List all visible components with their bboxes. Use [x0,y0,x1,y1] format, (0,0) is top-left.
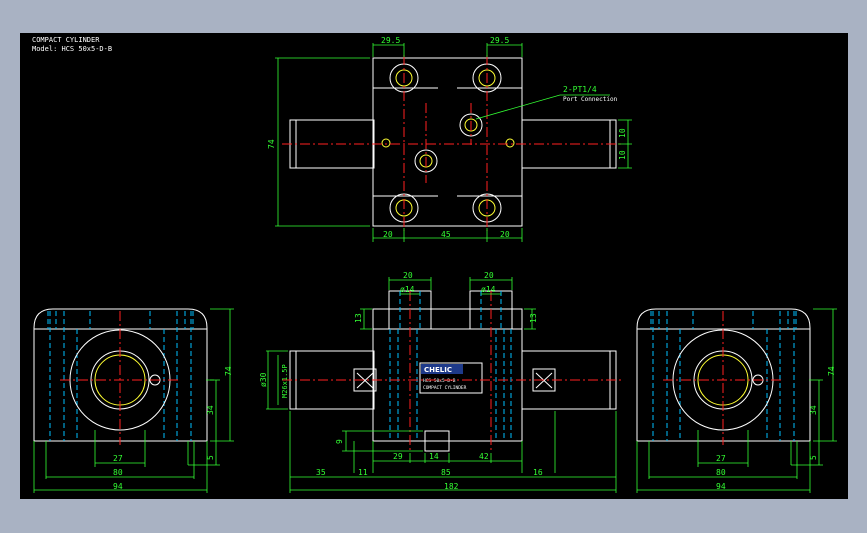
dim-right-27: 27 [716,454,726,463]
top-dim-lines-top [372,43,523,57]
dim-top-29-5-left: 29.5 [381,36,400,45]
plate-name: COMPACT CYLINDER [423,385,467,391]
dim-front-13-right: 13 [529,313,538,323]
dim-front-14: 14 [429,452,439,461]
top-centerlines [282,55,622,231]
dim-left-74: 74 [224,366,233,376]
dim-right-74: 74 [827,366,836,376]
dim-left-94: 94 [113,482,123,491]
dim-right-94: 94 [716,482,726,491]
dim-left-34: 34 [206,405,215,415]
dim-front-85: 85 [441,468,451,477]
dim-top-45: 45 [441,230,451,239]
dim-top-74: 74 [267,139,276,149]
dim-front-20-right: 20 [484,271,494,280]
dim-front-35: 35 [316,468,326,477]
plate-model: HCS 50x5-D-B [423,378,456,384]
front-view: CHELIC HCS 50x5-D-B COMPACT CYLINDER 20 … [259,271,622,493]
front-dim-extensions [289,411,617,493]
title-line-2: Model: HCS 50x5-D-B [32,45,112,53]
top-pin-right [505,138,515,148]
dim-right-80: 80 [716,468,726,477]
dim-front-42: 42 [479,452,489,461]
dim-front-d30: ø30 [259,372,268,387]
front-hidden-lines [389,329,512,441]
dim-top-10-a: 10 [618,128,627,138]
dim-top-29-5-right: 29.5 [490,36,509,45]
dim-front-d14-left: ø14 [400,285,415,294]
dim-front-d14-right: ø14 [481,285,496,294]
front-dim-13-lines [360,308,536,330]
left-centerlines [60,311,180,445]
top-pin-left [381,138,391,148]
left-side-view: 74 34 5 27 80 94 [33,308,234,493]
front-boss-hidden [399,291,502,329]
dim-front-29: 29 [393,452,403,461]
title-line-1: COMPACT CYLINDER [32,36,100,44]
dim-top-20-left: 20 [383,230,393,239]
dim-right-34: 34 [809,405,818,415]
dim-front-9: 9 [335,439,344,444]
plate-brand: CHELIC [424,366,452,374]
dim-top-20-right: 20 [500,230,510,239]
dim-front-13-left: 13 [354,313,363,323]
dim-front-20-left: 20 [403,271,413,280]
dim-left-80: 80 [113,468,123,477]
dim-front-16: 16 [533,468,543,477]
drawing-canvas: COMPACT CYLINDER Model: HCS 50x5-D-B 29.… [20,33,848,499]
callout-port-note: Port Connection [563,96,618,103]
right-centerlines [663,311,783,445]
dim-front-m26: M26x1.5P [281,364,289,398]
top-view: 29.5 29.5 74 10 10 20 45 20 2-PT1/4 Port… [267,36,632,242]
right-side-view: 74 34 5 27 80 94 [636,308,837,493]
callout-port-spec: 2-PT1/4 [563,85,597,94]
cad-drawing: COMPACT CYLINDER Model: HCS 50x5-D-B 29.… [32,36,837,493]
left-dim-5-lines [187,441,220,466]
top-dim-74-lines [275,57,370,227]
dim-front-11: 11 [358,468,368,477]
dim-front-182: 182 [444,482,459,491]
right-dim-5-lines [790,441,823,466]
dim-top-10-b: 10 [618,150,627,160]
dim-left-27: 27 [113,454,123,463]
top-notches [373,87,522,197]
